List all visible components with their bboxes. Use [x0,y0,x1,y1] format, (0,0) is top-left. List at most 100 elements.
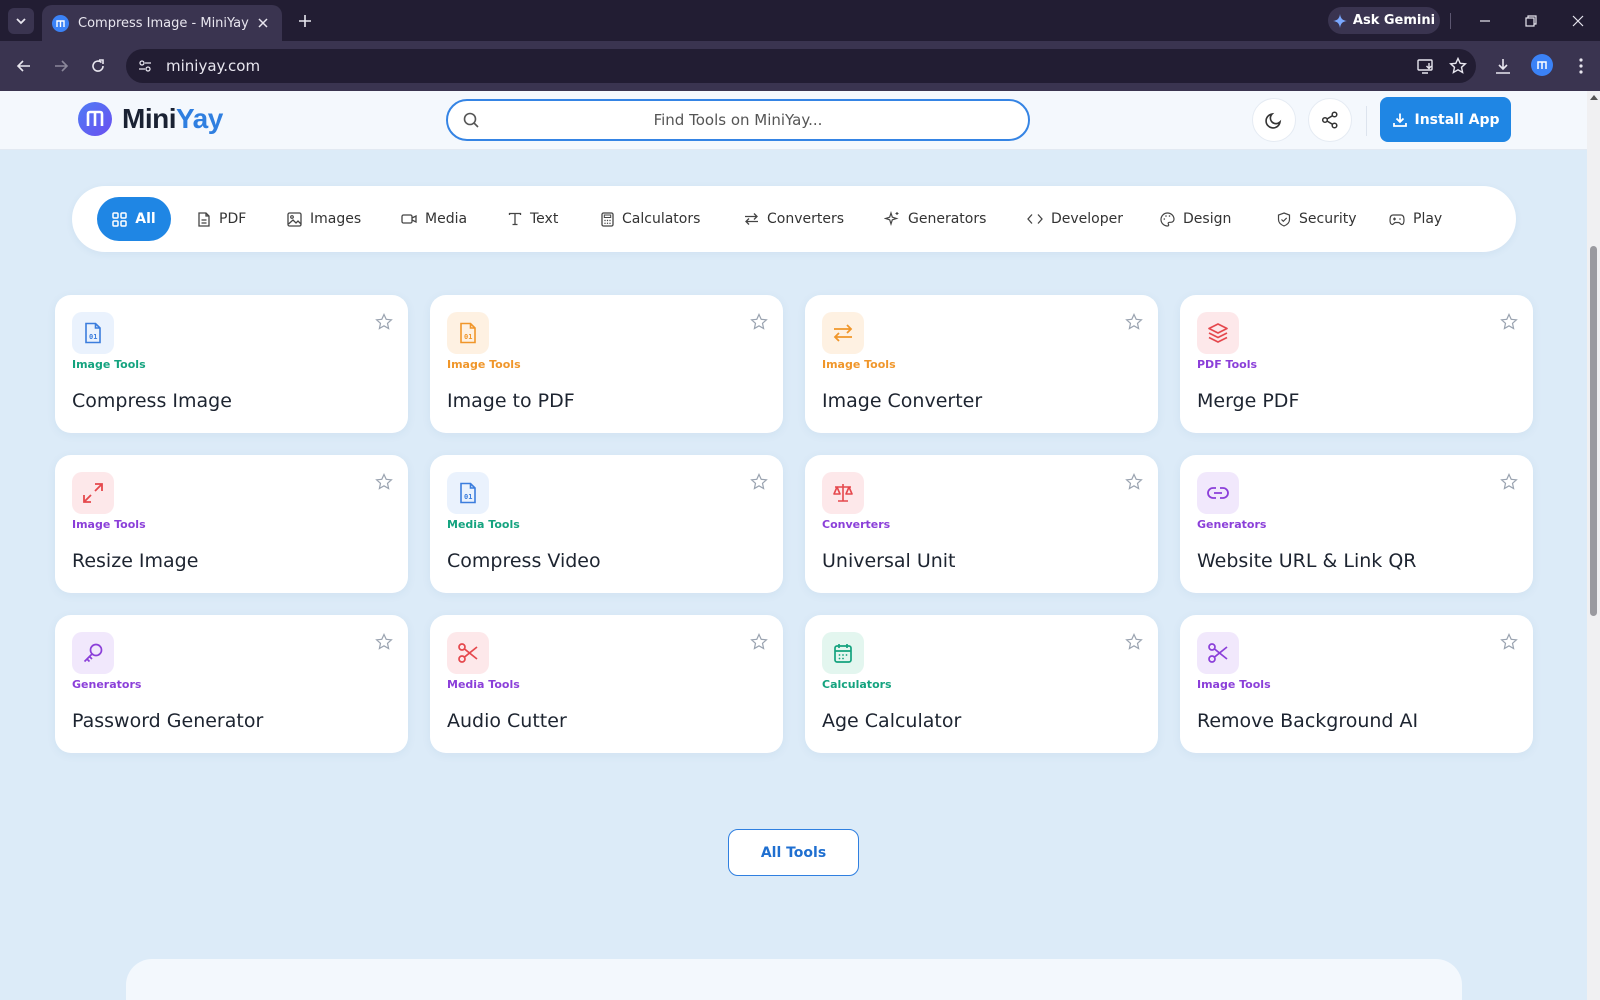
tab-developer[interactable]: Developer [1015,197,1135,241]
window-separator [1450,13,1451,29]
binary-file-icon: 01 [447,472,489,514]
browser-menu-icon[interactable] [1569,54,1593,78]
tab-close-icon[interactable] [254,14,272,32]
tool-card-website-url-link-qr[interactable]: Generators Website URL & Link QR [1180,455,1533,593]
dark-mode-toggle[interactable] [1252,98,1296,142]
tool-search-box[interactable] [446,99,1030,141]
tab-design[interactable]: Design [1148,197,1243,241]
tab-calculators[interactable]: Calculators [589,197,712,241]
favorite-star-icon[interactable] [1125,313,1143,331]
tool-name: Image to PDF [447,390,575,412]
tool-card-age-calculator[interactable]: Calculators Age Calculator [805,615,1158,753]
scroll-up-arrow-icon[interactable] [1590,95,1598,100]
restore-icon[interactable] [1520,10,1542,32]
download-icon [1392,113,1407,127]
tool-card-image-to-pdf[interactable]: 01 Image Tools Image to PDF [430,295,783,433]
tab-all[interactable]: All [97,197,171,241]
tool-category: Converters [822,518,891,531]
tool-card-image-converter[interactable]: Image Tools Image Converter [805,295,1158,433]
tab-security[interactable]: Security [1265,197,1369,241]
tool-card-audio-cutter[interactable]: Media Tools Audio Cutter [430,615,783,753]
install-app-button[interactable]: Install App [1380,97,1511,142]
tool-name: Universal Unit [822,550,956,572]
tab-images[interactable]: Images [275,197,373,241]
text-icon [508,212,522,226]
tool-name: Compress Video [447,550,601,572]
image-icon [287,211,302,227]
tab-title: Compress Image - MiniYay [78,15,249,31]
favorite-star-icon[interactable] [1500,313,1518,331]
site-info-icon[interactable] [130,51,160,81]
tool-card-password-generator[interactable]: Generators Password Generator [55,615,408,753]
all-tools-button[interactable]: All Tools [728,829,859,876]
svg-text:01: 01 [464,493,472,501]
scale-icon [822,472,864,514]
scrollbar-thumb[interactable] [1590,246,1597,616]
address-bar[interactable]: miniyay.com [126,49,1476,83]
favorite-star-icon[interactable] [375,313,393,331]
file-icon [198,211,210,227]
header-separator [1366,106,1367,136]
site-logo[interactable]: MiniYay [78,102,223,136]
calculator-icon [601,211,614,227]
tool-category: Image Tools [447,358,521,371]
scissors-icon [1197,632,1239,674]
tab-converters[interactable]: Converters [732,197,856,241]
reload-icon[interactable] [86,54,110,78]
tab-play[interactable]: Play [1377,197,1454,241]
shield-icon [1277,211,1291,227]
layers-icon [1197,312,1239,354]
tab-search-button[interactable] [8,8,34,34]
favorite-star-icon[interactable] [375,633,393,651]
tab-generators[interactable]: Generators [872,197,998,241]
url-text: miniyay.com [166,57,261,75]
window-close-icon[interactable] [1567,10,1589,32]
tab-pdf[interactable]: PDF [185,197,258,241]
favorite-star-icon[interactable] [1125,473,1143,491]
scissors-icon [447,632,489,674]
install-page-icon[interactable] [1414,54,1438,78]
gamepad-icon [1389,213,1405,225]
tool-name: Password Generator [72,710,264,732]
sparkles-icon [884,211,899,227]
minimize-icon[interactable] [1474,10,1496,32]
grid-icon [112,211,128,227]
favorite-star-icon[interactable] [1500,633,1518,651]
tool-name: Merge PDF [1197,390,1300,412]
tool-category: PDF Tools [1197,358,1258,371]
tool-card-merge-pdf[interactable]: PDF Tools Merge PDF [1180,295,1533,433]
search-input[interactable] [448,111,1028,129]
favorite-star-icon[interactable] [1500,473,1518,491]
tool-card-compress-video[interactable]: 01 Media Tools Compress Video [430,455,783,593]
tool-category: Media Tools [447,678,520,691]
ask-gemini-button[interactable]: Ask Gemini [1328,7,1440,34]
install-app-label: Install App [1414,111,1500,128]
browser-tab[interactable]: Compress Image - MiniYay [42,5,282,41]
category-tabs: All PDF Images Media Text Calculators Co… [72,186,1516,252]
favorite-star-icon[interactable] [750,473,768,491]
downloads-icon[interactable] [1491,54,1515,78]
favorite-star-icon[interactable] [375,473,393,491]
tool-card-compress-image[interactable]: 01 Image Tools Compress Image [55,295,408,433]
new-tab-icon[interactable] [294,10,316,32]
favorite-star-icon[interactable] [750,633,768,651]
tool-name: Website URL & Link QR [1197,550,1417,572]
tool-card-remove-background-ai[interactable]: Image Tools Remove Background AI [1180,615,1533,753]
tool-card-universal-unit[interactable]: Converters Universal Unit [805,455,1158,593]
favorite-star-icon[interactable] [750,313,768,331]
tab-text[interactable]: Text [496,197,570,241]
tool-category: Image Tools [72,518,146,531]
profile-avatar-icon[interactable] [1531,54,1553,76]
page-scrollbar[interactable] [1587,91,1600,1000]
link-icon [1197,472,1239,514]
tab-media[interactable]: Media [389,197,479,241]
bookmark-star-icon[interactable] [1446,54,1470,78]
tool-card-resize-image[interactable]: Image Tools Resize Image [55,455,408,593]
forward-icon[interactable] [49,54,73,78]
share-button[interactable] [1308,98,1352,142]
tool-name: Audio Cutter [447,710,567,732]
tool-name: Compress Image [72,390,232,412]
favorite-star-icon[interactable] [1125,633,1143,651]
binary-file-icon: 01 [447,312,489,354]
back-icon[interactable] [12,54,36,78]
